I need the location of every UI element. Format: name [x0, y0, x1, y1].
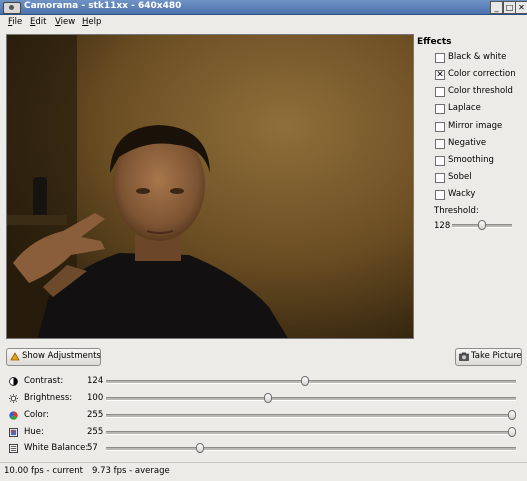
- contrast-slider-track[interactable]: [106, 380, 516, 384]
- adjustment-brightness: Brightness: 100: [0, 392, 527, 406]
- effect-label: Negative: [448, 138, 487, 148]
- white-balance-label: White Balance:: [24, 443, 89, 453]
- webcam-image: [7, 35, 413, 338]
- menu-bar: File Edit View Help: [0, 15, 527, 30]
- effect-label: Sobel: [448, 172, 472, 182]
- title-bar: Camorama - stk11xx - 640x480 _ □ ✕: [0, 0, 527, 15]
- effect-checkbox[interactable]: [435, 139, 445, 149]
- camera-app-icon[interactable]: [3, 2, 21, 14]
- color-slider-thumb[interactable]: [508, 410, 516, 420]
- camera-preview: [6, 34, 414, 339]
- effect-checkbox[interactable]: [435, 87, 445, 97]
- effect-label: Black & white: [448, 52, 507, 62]
- menu-help[interactable]: Help: [82, 17, 101, 27]
- effect-checkbox[interactable]: [435, 104, 445, 114]
- brightness-slider-track[interactable]: [106, 397, 516, 401]
- white-balance-value: 57: [87, 443, 98, 453]
- contrast-slider-thumb[interactable]: [301, 376, 310, 386]
- effect-checkbox[interactable]: [435, 53, 445, 63]
- menu-view[interactable]: View: [55, 17, 75, 27]
- take-picture-button[interactable]: Take Picture: [455, 348, 522, 366]
- camera-icon: [459, 352, 469, 361]
- hue-slider-track[interactable]: [106, 431, 516, 435]
- color-slider-track[interactable]: [106, 414, 516, 418]
- adjustment-contrast: Contrast: 124: [0, 375, 527, 389]
- effect-checkbox[interactable]: [435, 190, 445, 200]
- window-title: Camorama - stk11xx - 640x480: [24, 1, 182, 11]
- fps-average: 9.73 fps - average: [92, 466, 170, 476]
- effect-checkbox[interactable]: ✕: [435, 70, 445, 80]
- take-picture-label: Take Picture: [471, 351, 522, 361]
- hue-slider-thumb[interactable]: [508, 427, 516, 437]
- menu-file[interactable]: File: [8, 17, 22, 27]
- brightness-slider-thumb[interactable]: [263, 393, 272, 403]
- threshold-label: Threshold:: [434, 206, 479, 216]
- color-wheel-icon: [9, 411, 18, 420]
- adjustments-icon: [10, 352, 20, 361]
- threshold-slider-thumb[interactable]: [478, 220, 486, 230]
- brightness-value: 100: [87, 393, 104, 403]
- effect-checkbox[interactable]: [435, 122, 445, 132]
- effect-label: Mirror image: [448, 121, 503, 131]
- effect-checkbox[interactable]: [435, 173, 445, 183]
- fps-current: 10.00 fps - current: [4, 466, 83, 476]
- adjustment-white-balance: White Balance: 57: [0, 442, 527, 456]
- effect-label: Laplace: [448, 103, 481, 113]
- white-balance-icon: [9, 444, 18, 453]
- white-balance-slider-thumb[interactable]: [196, 443, 205, 453]
- adjustment-color: Color: 255: [0, 409, 527, 423]
- hue-label: Hue:: [24, 427, 44, 437]
- menu-edit[interactable]: Edit: [30, 17, 46, 27]
- minimize-button[interactable]: _: [490, 1, 503, 14]
- threshold-value: 128: [434, 221, 451, 231]
- show-adjustments-label: Show Adjustments: [22, 351, 101, 361]
- effect-label: Wacky: [448, 189, 476, 199]
- contrast-value: 124: [87, 376, 104, 386]
- adjustment-hue: Hue: 255: [0, 426, 527, 440]
- close-button[interactable]: ✕: [515, 1, 527, 14]
- color-label: Color:: [24, 410, 49, 420]
- hue-value: 255: [87, 427, 104, 437]
- effects-heading: Effects: [417, 37, 452, 47]
- white-balance-slider-track[interactable]: [106, 447, 516, 451]
- effect-label: Color correction: [448, 69, 516, 79]
- status-bar: 10.00 fps - current 9.73 fps - average: [0, 462, 527, 481]
- contrast-icon: [9, 377, 18, 386]
- effect-checkbox[interactable]: [435, 156, 445, 166]
- contrast-label: Contrast:: [24, 376, 64, 386]
- color-value: 255: [87, 410, 104, 420]
- effect-label: Smoothing: [448, 155, 494, 165]
- brightness-label: Brightness:: [24, 393, 73, 403]
- show-adjustments-button[interactable]: Show Adjustments: [6, 348, 101, 366]
- hue-icon: [9, 428, 18, 437]
- effect-label: Color threshold: [448, 86, 513, 96]
- brightness-icon: [9, 394, 18, 403]
